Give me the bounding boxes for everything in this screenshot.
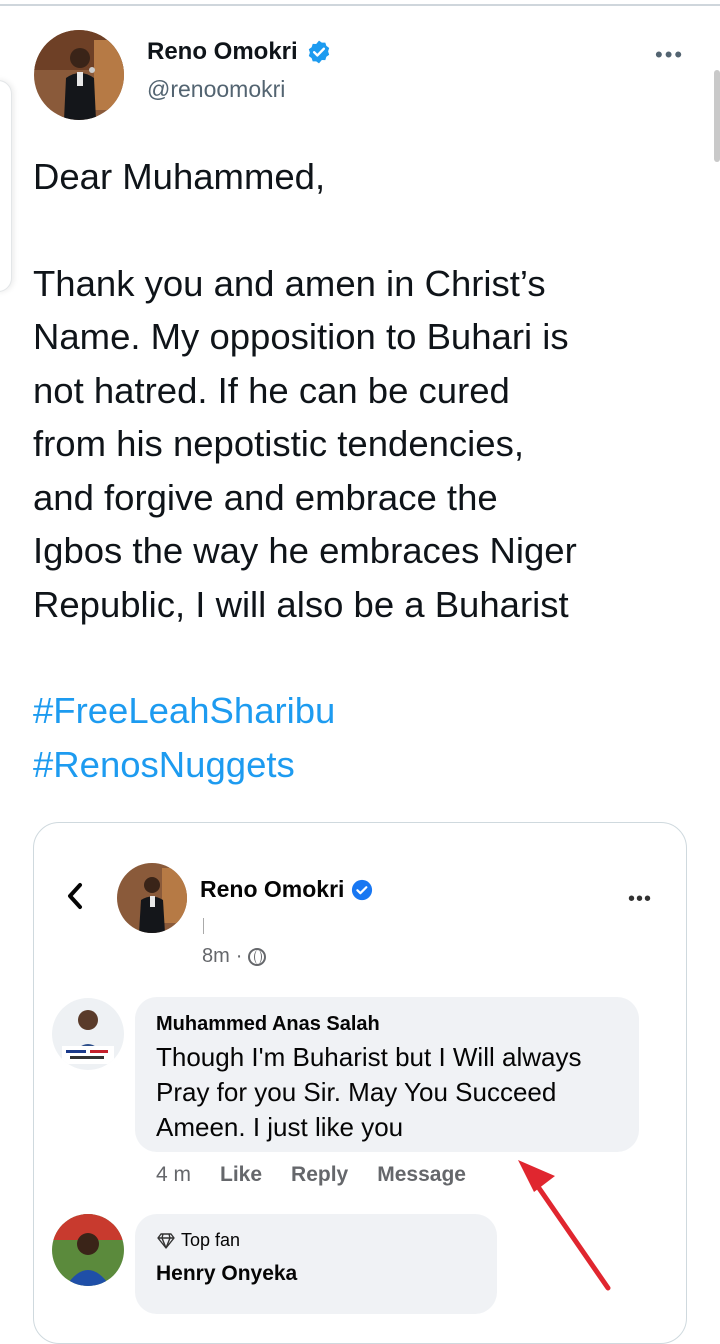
text-cursor xyxy=(203,918,204,934)
commenter-avatar[interactable] xyxy=(52,1214,124,1286)
verified-badge-icon xyxy=(352,879,373,900)
reply-button[interactable]: Reply xyxy=(291,1163,348,1187)
red-arrow-annotation xyxy=(518,1160,611,1291)
author-handle[interactable]: @renoomokri xyxy=(147,76,285,103)
globe-icon xyxy=(248,947,267,966)
tweet-line: and forgive and embrace the xyxy=(33,476,498,518)
diamond-icon xyxy=(157,1232,175,1249)
author-name-text[interactable]: Reno Omokri xyxy=(147,38,298,66)
commenter-name[interactable]: Muhammed Anas Salah xyxy=(156,1013,380,1036)
tweet-line: Republic, I will also be a Buharist xyxy=(33,583,569,625)
message-button[interactable]: Message xyxy=(377,1163,466,1187)
like-button[interactable]: Like xyxy=(220,1163,262,1187)
author-name[interactable]: Reno Omokri xyxy=(147,38,332,66)
commenter-name[interactable]: Henry Onyeka xyxy=(156,1262,297,1286)
tweet-line: Igbos the way he embraces Niger xyxy=(33,530,577,571)
author-avatar[interactable] xyxy=(34,30,124,120)
chevron-left-icon[interactable] xyxy=(66,880,84,919)
time-separator: · xyxy=(235,945,243,967)
tweet-greeting: Dear Muhammed, xyxy=(33,156,326,197)
comment-text: Though I'm Buharist but I Will always Pr… xyxy=(156,1040,636,1145)
post-author-avatar[interactable] xyxy=(117,863,187,933)
top-fan-label: Top fan xyxy=(181,1230,241,1250)
top-fan-badge: Top fan xyxy=(157,1230,240,1251)
post-more-icon[interactable]: ••• xyxy=(628,888,652,911)
commenter-avatar[interactable] xyxy=(52,998,124,1070)
verified-badge-icon xyxy=(308,40,329,64)
top-divider xyxy=(0,4,720,6)
post-time: 8m xyxy=(202,945,230,967)
comment-line: Ameen. I just like you xyxy=(156,1112,404,1142)
comment-time: 4 m xyxy=(156,1163,192,1186)
tweet-line: Thank you and amen in Christ’s xyxy=(33,262,546,304)
more-options-icon[interactable]: ••• xyxy=(655,42,684,68)
tweet-line: Name. My opposition to Buhari is xyxy=(33,316,569,357)
comment-line: Pray for you Sir. May You Succeed xyxy=(156,1077,557,1107)
scrollbar[interactable] xyxy=(714,70,720,162)
tweet-line: not hatred. If he can be cured xyxy=(33,369,510,411)
hashtag-link[interactable]: #FreeLeahSharibu xyxy=(33,684,703,738)
post-author-name-text[interactable]: Reno Omokri xyxy=(200,876,344,903)
comment-line: Though I'm Buharist but I Will always xyxy=(156,1042,582,1072)
post-author-name[interactable]: Reno Omokri xyxy=(200,876,373,903)
comment-actions: 4 m Like Reply Message xyxy=(156,1163,466,1187)
adjacent-card-edge xyxy=(0,80,12,292)
hashtag-link[interactable]: #RenosNuggets xyxy=(33,738,703,792)
post-timestamp: 8m · xyxy=(202,945,267,968)
tweet-line: from his nepotistic tendencies, xyxy=(33,423,524,464)
tweet-body: Dear Muhammed, Thank you and amen in Chr… xyxy=(33,150,703,791)
